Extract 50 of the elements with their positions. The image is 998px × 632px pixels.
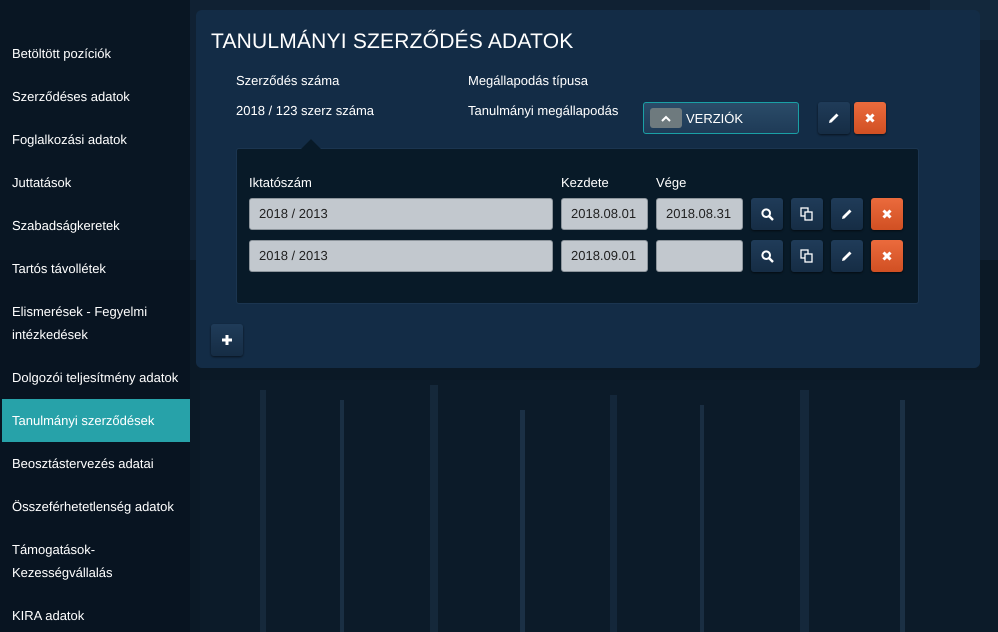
column-header: Vége [656, 175, 688, 191]
column-header: Kezdete [561, 175, 610, 191]
view-button[interactable] [751, 198, 783, 230]
pencil-icon [841, 208, 853, 220]
sidebar-item[interactable]: Elismerések - Fegyelmi intézkedések [2, 290, 190, 356]
sidebar-item[interactable]: Tartós távollétek [2, 247, 190, 290]
copy-button[interactable] [791, 198, 823, 230]
search-icon [760, 208, 774, 220]
delete-button[interactable] [871, 240, 903, 272]
field-label: Megállapodás típusa [468, 72, 588, 90]
versions-button[interactable]: VERZIÓK [643, 102, 799, 134]
view-button[interactable] [751, 240, 783, 272]
field-value: 2018 / 123 szerz száma [236, 102, 374, 120]
number-field[interactable]: 2018 / 2013 [249, 198, 553, 230]
sidebar-item[interactable]: Dolgozói teljesítmény adatok [2, 356, 190, 399]
sidebar-item[interactable]: Szabadságkeretek [2, 204, 190, 247]
number-field[interactable]: 2018 / 2013 [249, 240, 553, 272]
plus-icon [221, 334, 233, 346]
field-value: Tanulmányi megállapodás [468, 102, 618, 120]
edit-button[interactable] [818, 102, 850, 134]
start-date-field[interactable]: 2018.09.01 [561, 240, 648, 272]
delete-button[interactable] [854, 102, 886, 134]
field-label: Szerződés száma [236, 72, 340, 90]
caret-icon [650, 108, 682, 128]
add-button[interactable] [211, 324, 243, 356]
column-header: Iktatószám [249, 175, 313, 191]
sidebar-item[interactable]: Szerződéses adatok [2, 75, 190, 118]
edit-button[interactable] [831, 240, 863, 272]
end-date-field[interactable] [656, 240, 743, 272]
start-date-field[interactable]: 2018.08.01 [561, 198, 648, 230]
search-icon [760, 250, 774, 262]
copy-button[interactable] [791, 240, 823, 272]
end-date-field[interactable]: 2018.08.31 [656, 198, 743, 230]
sidebar-item[interactable]: Foglalkozási adatok [2, 118, 190, 161]
pencil-icon [841, 250, 853, 262]
close-icon [882, 209, 892, 219]
sidebar-item[interactable]: Beosztástervezés adatai [2, 442, 190, 485]
copy-icon [800, 249, 814, 263]
sidebar-item[interactable]: Betöltött pozíciók [2, 32, 190, 75]
pencil-icon [828, 112, 840, 124]
panel-title: TANULMÁNYI SZERZŐDÉS ADATOK [211, 28, 574, 55]
sidebar-item[interactable]: Juttatások [2, 161, 190, 204]
sidebar-item[interactable]: Támogatások-Kezességvállalás [2, 528, 190, 594]
edit-button[interactable] [831, 198, 863, 230]
sidebar-item[interactable]: KIRA adatok [2, 594, 190, 632]
copy-icon [800, 207, 814, 221]
delete-button[interactable] [871, 198, 903, 230]
sidebar-item[interactable]: Összeférhetetlenség adatok [2, 485, 190, 528]
close-icon [882, 251, 892, 261]
close-icon [865, 113, 875, 123]
